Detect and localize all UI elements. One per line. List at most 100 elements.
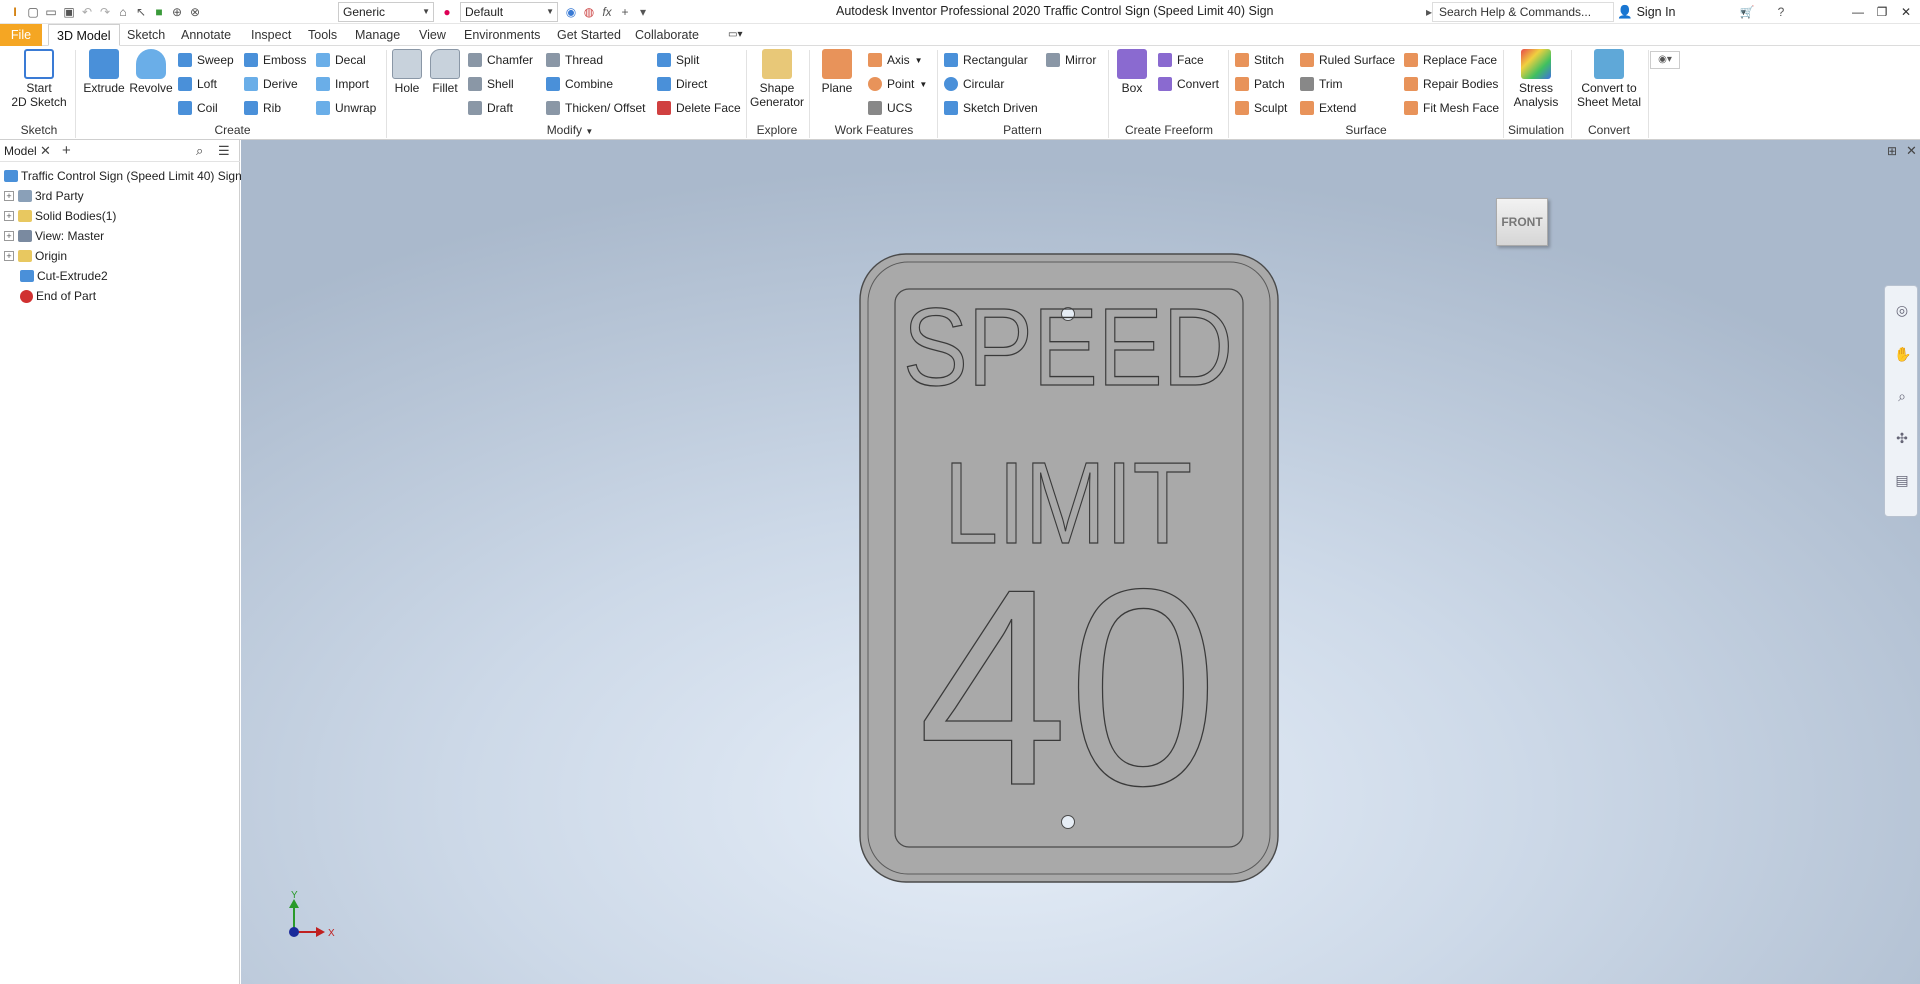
help-search-input[interactable]: Search Help & Commands...: [1432, 2, 1614, 22]
import-button[interactable]: Import: [316, 75, 369, 93]
tab-get-started[interactable]: Get Started: [549, 24, 629, 46]
tree-item-view-master[interactable]: + View: Master: [4, 227, 104, 245]
expand-icon[interactable]: +: [4, 231, 14, 241]
revolve-button[interactable]: Revolve: [128, 49, 174, 95]
tab-annotate[interactable]: Annotate: [173, 24, 239, 46]
replace-face-button[interactable]: Replace Face: [1404, 51, 1497, 69]
freeform-face-button[interactable]: Face: [1158, 51, 1204, 69]
open-icon[interactable]: ▭: [42, 3, 60, 21]
draft-button[interactable]: Draft: [468, 99, 513, 117]
appearance-dropdown[interactable]: Default ▼: [460, 2, 558, 22]
browser-tab-model[interactable]: Model: [4, 144, 37, 158]
customize-icon[interactable]: ▾: [634, 3, 652, 21]
material-dropdown[interactable]: Generic ▼: [338, 2, 434, 22]
minimize-icon[interactable]: —: [1846, 0, 1870, 24]
ucs-button[interactable]: UCS: [868, 99, 912, 117]
tree-item-cut-extrude2[interactable]: Cut-Extrude2: [20, 267, 108, 285]
fx-icon[interactable]: fx: [598, 3, 616, 21]
circular-pattern-button[interactable]: Circular: [944, 75, 1004, 93]
sculpt-button[interactable]: Sculpt: [1235, 99, 1287, 117]
unwrap-button[interactable]: Unwrap: [316, 99, 376, 117]
update-icon[interactable]: ■: [150, 3, 168, 21]
sketch-driven-pattern-button[interactable]: Sketch Driven: [944, 99, 1038, 117]
tree-item-origin[interactable]: + Origin: [4, 247, 67, 265]
split-button[interactable]: Split: [657, 51, 699, 69]
help-icon[interactable]: ?: [1772, 3, 1790, 21]
ribbon-options-icon[interactable]: ◉▾: [1650, 51, 1680, 69]
tab-collaborate[interactable]: Collaborate: [627, 24, 707, 46]
tree-item-end-of-part[interactable]: End of Part: [20, 287, 96, 305]
expand-icon[interactable]: +: [4, 251, 14, 261]
sweep-button[interactable]: Sweep: [178, 51, 234, 69]
home-icon[interactable]: ⌂: [114, 3, 132, 21]
tab-3d-model[interactable]: 3D Model: [48, 24, 120, 46]
mirror-button[interactable]: Mirror: [1046, 51, 1096, 69]
close-icon[interactable]: ✕: [1894, 0, 1918, 24]
restore-icon[interactable]: ❐: [1870, 0, 1894, 24]
adjust-icon[interactable]: ◉: [562, 3, 580, 21]
tab-environments[interactable]: Environments: [456, 24, 548, 46]
combine-button[interactable]: Combine: [546, 75, 613, 93]
chamfer-button[interactable]: Chamfer: [468, 51, 533, 69]
menu-icon[interactable]: ☰: [218, 143, 230, 159]
hole-button[interactable]: Hole: [390, 49, 424, 95]
shell-button[interactable]: Shell: [468, 75, 514, 93]
sign-model[interactable]: SPEED LIMIT 40 Y X: [241, 140, 1920, 984]
axis-button[interactable]: Axis ▼: [868, 51, 923, 69]
close-icon[interactable]: ✕: [40, 143, 51, 159]
add-tab-icon[interactable]: +: [62, 142, 71, 159]
undo-icon[interactable]: ↶: [78, 3, 96, 21]
stitch-button[interactable]: Stitch: [1235, 51, 1284, 69]
sign-in-button[interactable]: 👤 Sign In ▼: [1617, 2, 1747, 22]
point-button[interactable]: Point ▼: [868, 75, 927, 93]
search-icon[interactable]: ⌕: [196, 143, 203, 159]
fit-mesh-face-button[interactable]: Fit Mesh Face: [1404, 99, 1499, 117]
tab-manage[interactable]: Manage: [347, 24, 408, 46]
panel-modify-label[interactable]: Modify ▼: [390, 123, 750, 137]
repair-bodies-button[interactable]: Repair Bodies: [1404, 75, 1498, 93]
derive-button[interactable]: Derive: [244, 75, 298, 93]
tree-item-solid-bodies[interactable]: + Solid Bodies(1): [4, 207, 116, 225]
tree-item-3rd-party[interactable]: +3rd Party: [4, 187, 84, 205]
save-icon[interactable]: ▣: [60, 3, 78, 21]
loft-button[interactable]: Loft: [178, 75, 217, 93]
ruled-surface-button[interactable]: Ruled Surface: [1300, 51, 1395, 69]
tab-inspect[interactable]: Inspect: [243, 24, 299, 46]
convert-to-sheet-metal-button[interactable]: Convert to Sheet Metal: [1574, 49, 1644, 109]
plane-button[interactable]: Plane: [815, 49, 859, 95]
extend-button[interactable]: Extend: [1300, 99, 1356, 117]
emboss-button[interactable]: Emboss: [244, 51, 306, 69]
inventor-logo-icon[interactable]: I: [6, 3, 24, 21]
freeform-box-button[interactable]: Box: [1112, 49, 1152, 95]
thread-button[interactable]: Thread: [546, 51, 603, 69]
stress-analysis-button[interactable]: Stress Analysis: [1506, 49, 1566, 109]
decal-button[interactable]: Decal: [316, 51, 366, 69]
tab-file[interactable]: File: [0, 24, 42, 46]
fillet-button[interactable]: Fillet: [427, 49, 463, 95]
rectangular-pattern-button[interactable]: Rectangular: [944, 51, 1028, 69]
new-icon[interactable]: ▢: [24, 3, 42, 21]
direct-button[interactable]: Direct: [657, 75, 707, 93]
expand-icon[interactable]: +: [4, 211, 14, 221]
extrude-button[interactable]: Extrude: [80, 49, 128, 95]
trim-button[interactable]: Trim: [1300, 75, 1343, 93]
graphics-viewport[interactable]: ⊞ ✕ FRONT ◎ ✋ ⌕ ✣ ▤ SPEED LIMIT 40 Y X: [241, 140, 1920, 984]
tab-tools[interactable]: Tools: [300, 24, 345, 46]
start-2d-sketch-button[interactable]: Start 2D Sketch: [8, 49, 70, 109]
redo-icon[interactable]: ↷: [96, 3, 114, 21]
tree-item-root[interactable]: Traffic Control Sign (Speed Limit 40) Si…: [4, 167, 242, 185]
shape-generator-button[interactable]: Shape Generator: [750, 49, 804, 109]
plus-icon[interactable]: +: [616, 3, 634, 21]
coil-button[interactable]: Coil: [178, 99, 218, 117]
delete-face-button[interactable]: Delete Face: [657, 99, 741, 117]
patch-button[interactable]: Patch: [1235, 75, 1285, 93]
select-icon[interactable]: ↖: [132, 3, 150, 21]
cart-icon[interactable]: 🛒: [1738, 3, 1756, 21]
tab-sketch[interactable]: Sketch: [119, 24, 173, 46]
tab-overflow-icon[interactable]: ▭▾: [720, 24, 750, 46]
measure-icon[interactable]: ⊕: [168, 3, 186, 21]
clear-override-icon[interactable]: ◍: [580, 3, 598, 21]
freeform-convert-button[interactable]: Convert: [1158, 75, 1219, 93]
expand-icon[interactable]: +: [4, 191, 14, 201]
tab-view[interactable]: View: [411, 24, 454, 46]
